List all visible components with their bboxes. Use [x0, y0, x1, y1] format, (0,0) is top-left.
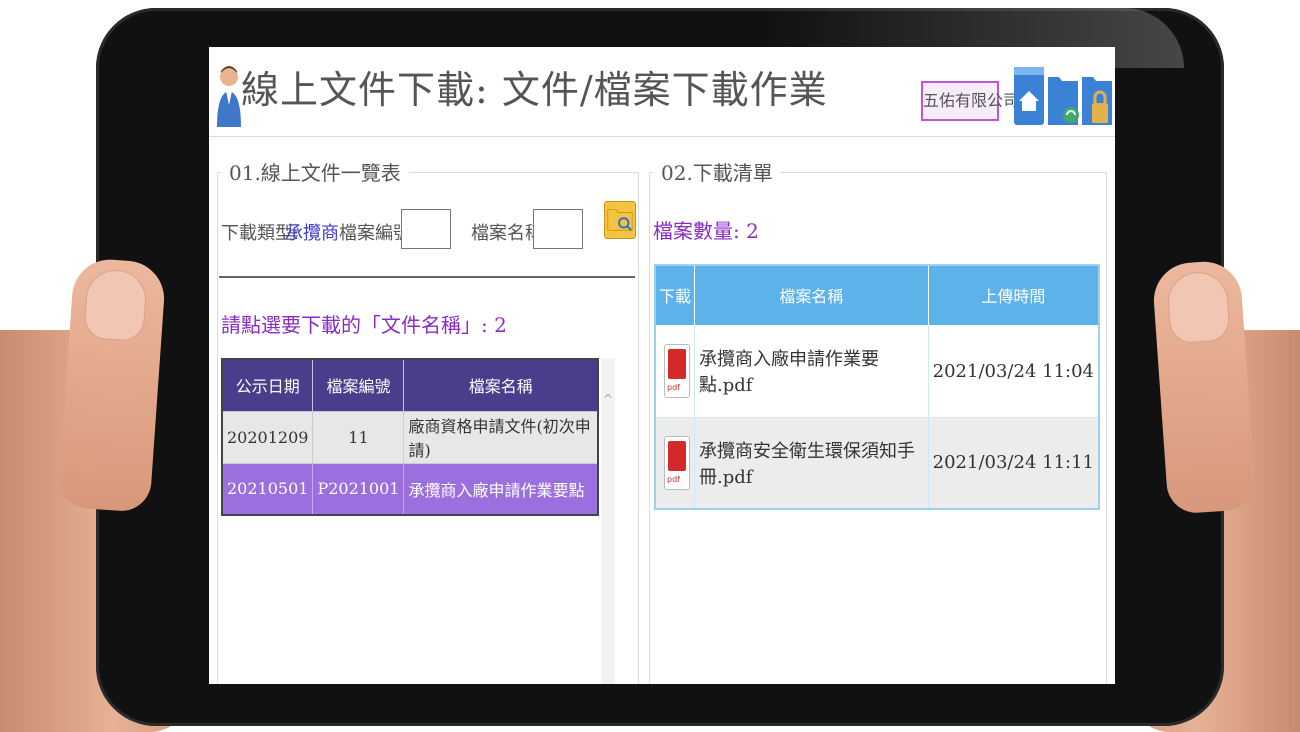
download-cell: pdf: [654, 324, 695, 418]
pdf-icon-label: pdf: [667, 383, 680, 392]
upload-time: 2021/03/24 11:04: [927, 324, 1100, 418]
document-list-legend: 01.線上文件一覽表: [221, 157, 409, 186]
download-table: 下載 檔案名稱 上傳時間 pdf 承攬商入廠申請作業要點.pdf 2021/03…: [654, 264, 1100, 510]
pdf-icon[interactable]: pdf: [664, 435, 690, 490]
col-header-upload-time: 上傳時間: [927, 264, 1100, 326]
folder-sync-icon[interactable]: [1047, 65, 1079, 127]
download-list-legend: 02.下載清單: [653, 157, 781, 186]
col-header-name: 檔案名稱: [403, 358, 599, 412]
upload-time: 2021/03/24 11:11: [927, 416, 1100, 510]
search-folder-icon[interactable]: [604, 201, 636, 239]
app-screen: 線上文件下載: 文件/檔案下載作業 五佑有限公司 01.線上文件一覽表 下載類型…: [209, 47, 1115, 684]
col-header-no: 檔案編號: [312, 358, 405, 412]
download-row: pdf 承攬商安全衛生環保須知手冊.pdf 2021/03/24 11:11: [654, 416, 1100, 510]
download-table-header: 下載 檔案名稱 上傳時間: [654, 264, 1100, 326]
pdf-icon-label: pdf: [667, 474, 680, 484]
type-value: 承攬商: [285, 223, 339, 244]
row-no: 11: [312, 410, 405, 464]
right-thumbnail: [1166, 270, 1231, 345]
scroll-up-arrow[interactable]: ^: [601, 392, 615, 406]
table-row[interactable]: 20201209 11 廠商資格申請文件(初次申請): [221, 410, 599, 464]
select-prompt: 請點選要下載的「文件名稱」: 2: [221, 313, 507, 337]
download-cell: pdf: [654, 416, 695, 510]
filter-divider: [219, 276, 635, 278]
document-table: 公示日期 檔案編號 檔案名稱 20201209 11 廠商資格申請文件(初次申請…: [221, 358, 599, 516]
doc-no-input[interactable]: [401, 209, 451, 249]
col-header-download: 下載: [654, 264, 695, 326]
left-thumb: [57, 257, 167, 513]
row-date: 20201209: [221, 410, 314, 464]
pdf-icon[interactable]: pdf: [664, 344, 690, 398]
file-name-input[interactable]: [533, 209, 583, 249]
file-count: 檔案數量: 2: [653, 219, 759, 243]
download-file-name: 承攬商入廠申請作業要點.pdf: [694, 324, 929, 418]
right-thumb: [1151, 259, 1257, 515]
pdf-icon-body: [668, 349, 686, 379]
lock-folder-icon[interactable]: [1081, 65, 1113, 127]
filter-row: 下載類型: 承攬商 檔案編號: 檔案名稱:: [221, 207, 641, 249]
download-file-name: 承攬商安全衛生環保須知手冊.pdf: [694, 416, 929, 510]
document-table-header: 公示日期 檔案編號 檔案名稱: [221, 358, 599, 412]
table-row-selected[interactable]: 20210501 P2021001 承攬商入廠申請作業要點: [221, 462, 599, 516]
scrollbar[interactable]: ^: [601, 358, 615, 684]
row-name[interactable]: 承攬商入廠申請作業要點: [403, 462, 599, 516]
company-badge: 五佑有限公司: [921, 81, 1019, 121]
page-title: 線上文件下載: 文件/檔案下載作業: [241, 68, 828, 112]
pdf-icon-body: [668, 440, 686, 471]
col-header-date: 公示日期: [221, 358, 314, 412]
user-icon: [217, 66, 241, 127]
page-header: 線上文件下載: 文件/檔案下載作業 五佑有限公司: [209, 47, 1115, 137]
left-thumbnail: [83, 268, 148, 343]
home-icon[interactable]: [1013, 65, 1045, 127]
row-date: 20210501: [221, 462, 314, 516]
download-row: pdf 承攬商入廠申請作業要點.pdf 2021/03/24 11:04: [654, 324, 1100, 418]
row-name[interactable]: 廠商資格申請文件(初次申請): [403, 410, 599, 464]
row-no: P2021001: [312, 462, 405, 516]
col-header-file-name: 檔案名稱: [694, 264, 929, 326]
